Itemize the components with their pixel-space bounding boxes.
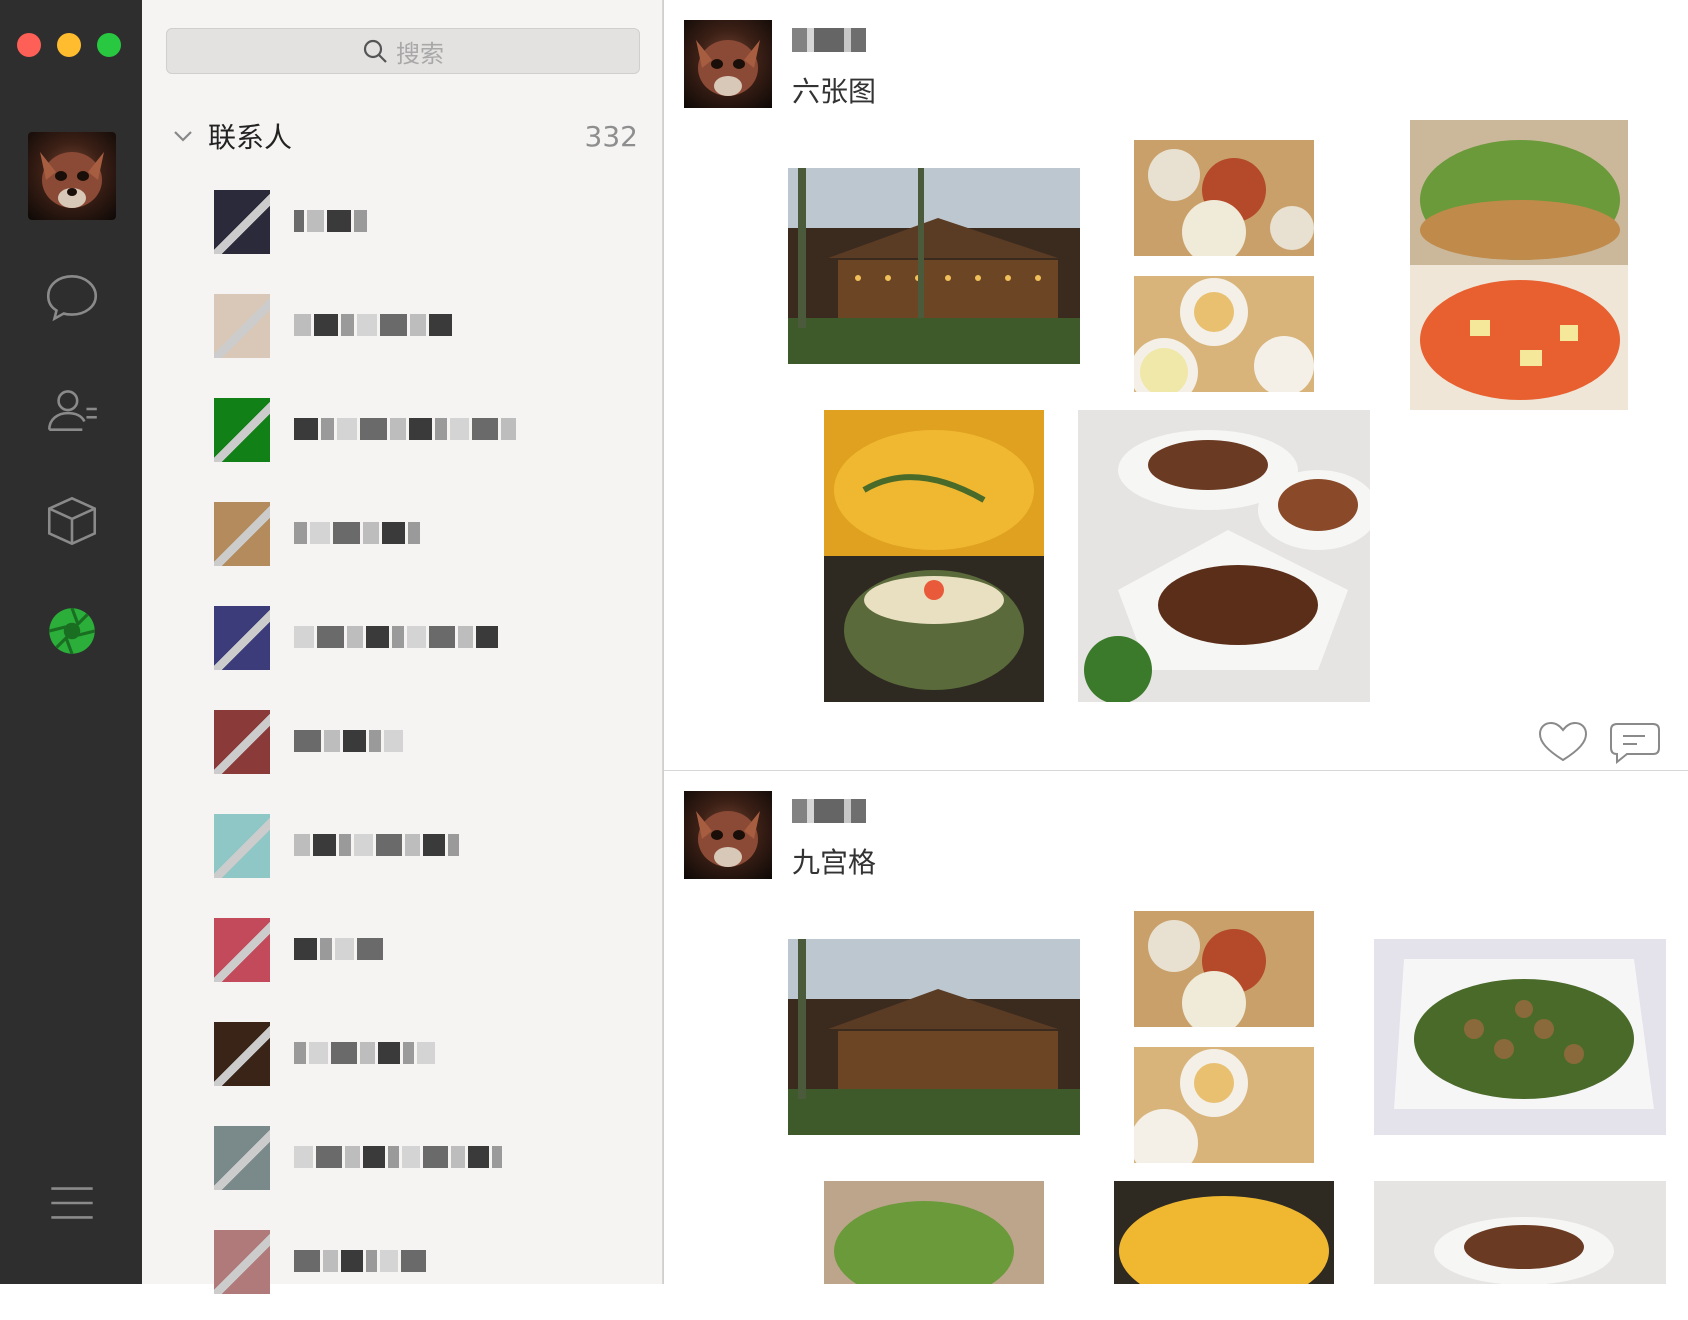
post-photo-salad-shrimp[interactable] bbox=[1410, 120, 1628, 410]
like-heart-icon[interactable] bbox=[1537, 720, 1589, 764]
post-photo-salad[interactable] bbox=[824, 1181, 1044, 1284]
wechat-window: 搜索 联系人 332 六张图 九宫格 bbox=[0, 0, 1688, 1294]
post-photo-dumplings[interactable] bbox=[1134, 140, 1314, 256]
contacts-panel: 搜索 联系人 332 bbox=[142, 0, 663, 1294]
menu-icon[interactable] bbox=[37, 1168, 107, 1238]
cube-icon[interactable] bbox=[37, 486, 107, 556]
post-text: 六张图 bbox=[792, 75, 877, 108]
contact-row[interactable] bbox=[142, 696, 662, 800]
contact-row[interactable] bbox=[142, 1008, 662, 1112]
post-photo-restaurant[interactable] bbox=[788, 939, 1080, 1135]
contact-name-blurred bbox=[294, 418, 516, 440]
pet-face-icon bbox=[696, 811, 760, 867]
contact-list bbox=[142, 176, 662, 1320]
post-photo-noodles[interactable] bbox=[1134, 1047, 1314, 1163]
pet-face-icon bbox=[40, 152, 104, 208]
contact-name-blurred bbox=[294, 522, 420, 544]
window-close-button[interactable] bbox=[17, 33, 41, 57]
contact-row[interactable] bbox=[142, 280, 662, 384]
post-photo-noodles[interactable] bbox=[1134, 276, 1314, 392]
post-photo-roast-duck[interactable] bbox=[1374, 1181, 1666, 1284]
post-author-name-blurred[interactable] bbox=[792, 28, 866, 52]
contact-name-blurred bbox=[294, 834, 459, 856]
contacts-group-header[interactable]: 联系人 332 bbox=[172, 116, 638, 156]
contact-avatar bbox=[214, 190, 270, 254]
contact-name-blurred bbox=[294, 1146, 502, 1168]
contact-avatar bbox=[214, 1022, 270, 1086]
post-photo-beans[interactable] bbox=[1374, 939, 1666, 1135]
moments-aperture-icon[interactable] bbox=[37, 596, 107, 666]
contact-row[interactable] bbox=[142, 488, 662, 592]
contact-row[interactable] bbox=[142, 800, 662, 904]
chat-bubble-icon[interactable] bbox=[37, 262, 107, 332]
contact-avatar bbox=[214, 1230, 270, 1294]
contact-row[interactable] bbox=[142, 1216, 662, 1320]
contact-name-blurred bbox=[294, 938, 383, 960]
contact-avatar bbox=[214, 918, 270, 982]
contact-name-blurred bbox=[294, 210, 367, 232]
search-icon bbox=[363, 39, 387, 63]
contacts-count: 332 bbox=[584, 119, 638, 153]
chevron-down-icon bbox=[174, 131, 192, 142]
window-maximize-button[interactable] bbox=[97, 33, 121, 57]
contact-row[interactable] bbox=[142, 592, 662, 696]
window-minimize-button[interactable] bbox=[57, 33, 81, 57]
user-avatar[interactable] bbox=[28, 132, 116, 220]
moments-feed: 六张图 九宫格 bbox=[663, 0, 1688, 1284]
contact-name-blurred bbox=[294, 626, 498, 648]
moment-post: 九宫格 bbox=[664, 771, 1688, 1284]
search-placeholder: 搜索 bbox=[396, 39, 444, 68]
contact-avatar bbox=[214, 1126, 270, 1190]
contact-avatar bbox=[214, 502, 270, 566]
post-photo-curry-pineapple[interactable] bbox=[824, 410, 1044, 702]
post-text: 九宫格 bbox=[792, 846, 877, 879]
contact-name-blurred bbox=[294, 314, 452, 336]
contact-row[interactable] bbox=[142, 176, 662, 280]
contact-name-blurred bbox=[294, 1042, 435, 1064]
contacts-group-title: 联系人 bbox=[208, 121, 293, 154]
contact-name-blurred bbox=[294, 1250, 426, 1272]
pet-face-icon bbox=[696, 40, 760, 96]
search-input[interactable]: 搜索 bbox=[166, 28, 640, 74]
contact-row[interactable] bbox=[142, 384, 662, 488]
post-photo-restaurant[interactable] bbox=[788, 168, 1080, 364]
comment-icon[interactable] bbox=[1609, 720, 1661, 764]
contacts-icon[interactable] bbox=[37, 374, 107, 444]
post-photo-curry[interactable] bbox=[1114, 1181, 1334, 1284]
contact-avatar bbox=[214, 606, 270, 670]
moment-post: 六张图 bbox=[664, 0, 1688, 771]
contact-avatar bbox=[214, 294, 270, 358]
contact-row[interactable] bbox=[142, 904, 662, 1008]
contact-avatar bbox=[214, 710, 270, 774]
contact-row[interactable] bbox=[142, 1112, 662, 1216]
post-avatar[interactable] bbox=[684, 791, 772, 879]
contact-name-blurred bbox=[294, 730, 403, 752]
post-author-name-blurred[interactable] bbox=[792, 799, 866, 823]
traffic-lights bbox=[17, 33, 121, 57]
post-photo-roast-duck[interactable] bbox=[1078, 410, 1370, 702]
post-avatar[interactable] bbox=[684, 20, 772, 108]
contact-avatar bbox=[214, 398, 270, 462]
nav-rail bbox=[0, 0, 142, 1284]
contact-avatar bbox=[214, 814, 270, 878]
post-photo-dumplings[interactable] bbox=[1134, 911, 1314, 1027]
post-actions bbox=[1537, 720, 1661, 764]
